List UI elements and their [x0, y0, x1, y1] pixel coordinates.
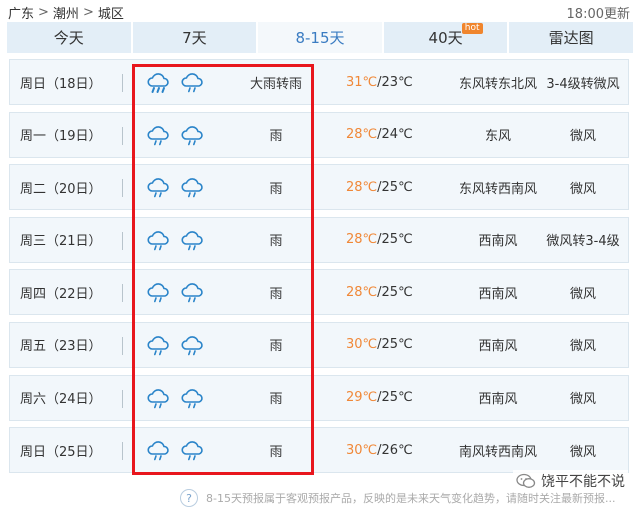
- wind-level: 微风: [569, 339, 596, 355]
- high-temp: 30℃: [346, 442, 378, 458]
- tab-label: 雷达图: [548, 29, 594, 47]
- forecast-row: 周一（19日）雨 28℃/24℃ 东风 微风: [9, 111, 629, 158]
- wind-level: 微风: [569, 392, 596, 408]
- high-temp: 28℃: [346, 179, 378, 195]
- low-temp: /25℃: [377, 232, 413, 248]
- forecast-row: 周日（25日）雨 30℃/26℃ 南风转西南风 微风: [9, 427, 629, 474]
- temperature: 29℃/25℃: [346, 376, 413, 420]
- watermark-text: 饶平不能不说: [541, 474, 625, 490]
- breadcrumb-city[interactable]: 潮州: [53, 3, 79, 22]
- divider: [122, 389, 123, 408]
- forecast-day: 周一（19日）: [20, 129, 102, 145]
- forecast-row: 周五（23日）雨 30℃/25℃ 西南风 微风: [9, 321, 629, 368]
- tab-radar[interactable]: 雷达图: [509, 22, 633, 53]
- forecast-day: 周五（23日）: [20, 339, 102, 355]
- divider: [122, 179, 123, 198]
- forecast-list: 周日（18日） 大雨转雨 31℃/23℃ 东风转东北风 3-4级转微风 周一（19日）雨 2…: [9, 59, 629, 480]
- chevron-right-icon: >: [38, 5, 49, 20]
- temperature: 28℃/25℃: [346, 165, 413, 209]
- high-temp: 31℃: [346, 74, 378, 90]
- low-temp: /26℃: [377, 442, 413, 458]
- divider: [122, 336, 123, 355]
- wind-level: 微风: [569, 129, 596, 145]
- temperature: 28℃/25℃: [346, 218, 413, 262]
- hot-badge: hot: [461, 23, 483, 34]
- low-temp: /24℃: [377, 127, 413, 143]
- high-temp: 28℃: [346, 284, 378, 300]
- tab-7-days[interactable]: 7天: [132, 22, 257, 53]
- forecast-day: 周四（22日）: [20, 286, 102, 302]
- temperature: 28℃/24℃: [346, 113, 413, 157]
- wind-level: 微风: [569, 286, 596, 302]
- temperature: 30℃/25℃: [346, 323, 413, 367]
- forecast-tabs: 今天 7天 8-15天 40天 hot 雷达图: [7, 22, 633, 53]
- temperature: 28℃/25℃: [346, 270, 413, 314]
- low-temp: /23℃: [377, 74, 413, 90]
- help-icon[interactable]: ?: [180, 489, 198, 507]
- tab-label: 7天: [182, 29, 207, 47]
- divider: [122, 284, 123, 303]
- high-temp: 28℃: [346, 127, 378, 143]
- forecast-day: 周三（21日）: [20, 234, 102, 250]
- wind-level: 3-4级转微风: [546, 76, 620, 92]
- forecast-row: 周二（20日）雨 28℃/25℃ 东风转西南风 微风: [9, 164, 629, 211]
- divider: [122, 442, 123, 461]
- footnote-text: 8-15天预报属于客观预报产品，反映的是未来天气变化趋势，请随时关注最新预报..…: [206, 492, 616, 505]
- breadcrumb: 广东 > 潮州 > 城区: [8, 3, 124, 22]
- forecast-row: 周三（21日）雨 28℃/25℃ 西南风 微风转3-4级: [9, 216, 629, 263]
- tab-40-days[interactable]: 40天 hot: [383, 22, 508, 53]
- wind-level: 微风: [569, 181, 596, 197]
- high-temp: 29℃: [346, 390, 378, 406]
- wechat-icon: [516, 473, 536, 488]
- breadcrumb-district[interactable]: 城区: [98, 3, 124, 22]
- watermark: 饶平不能不说: [513, 470, 628, 492]
- forecast-day: 周日（18日）: [20, 76, 102, 92]
- low-temp: /25℃: [377, 337, 413, 353]
- tab-label: 今天: [53, 29, 84, 47]
- wind-level: 微风转3-4级: [546, 234, 620, 250]
- forecast-row: 周六（24日）雨 29℃/25℃ 西南风 微风: [9, 374, 629, 421]
- forecast-day: 周二（20日）: [20, 181, 102, 197]
- wind-level: 微风: [569, 444, 596, 460]
- temperature: 30℃/26℃: [346, 428, 413, 472]
- divider: [122, 74, 123, 92]
- divider: [122, 231, 123, 250]
- divider: [122, 126, 123, 145]
- tab-label: 40天: [428, 29, 463, 47]
- high-temp: 28℃: [346, 232, 378, 248]
- forecast-row: 周日（18日） 大雨转雨 31℃/23℃ 东风转东北风 3-4级转微风: [9, 59, 629, 105]
- tab-8-15-days[interactable]: 8-15天: [258, 22, 382, 53]
- high-temp: 30℃: [346, 337, 378, 353]
- chevron-right-icon: >: [82, 5, 94, 20]
- forecast-day: 周日（25日）: [20, 444, 102, 460]
- breadcrumb-province[interactable]: 广东: [8, 3, 34, 22]
- forecast-day: 周六（24日）: [20, 392, 102, 408]
- forecast-row: 周四（22日）雨 28℃/25℃ 西南风 微风: [9, 269, 629, 316]
- low-temp: /25℃: [377, 284, 413, 300]
- low-temp: /25℃: [377, 390, 413, 406]
- temperature: 31℃/23℃: [346, 60, 413, 104]
- update-time: 18:00更新: [566, 7, 630, 22]
- tab-label: 8-15天: [295, 29, 345, 47]
- tab-today[interactable]: 今天: [7, 22, 131, 53]
- low-temp: /25℃: [377, 179, 413, 195]
- highlight-box: [132, 64, 314, 475]
